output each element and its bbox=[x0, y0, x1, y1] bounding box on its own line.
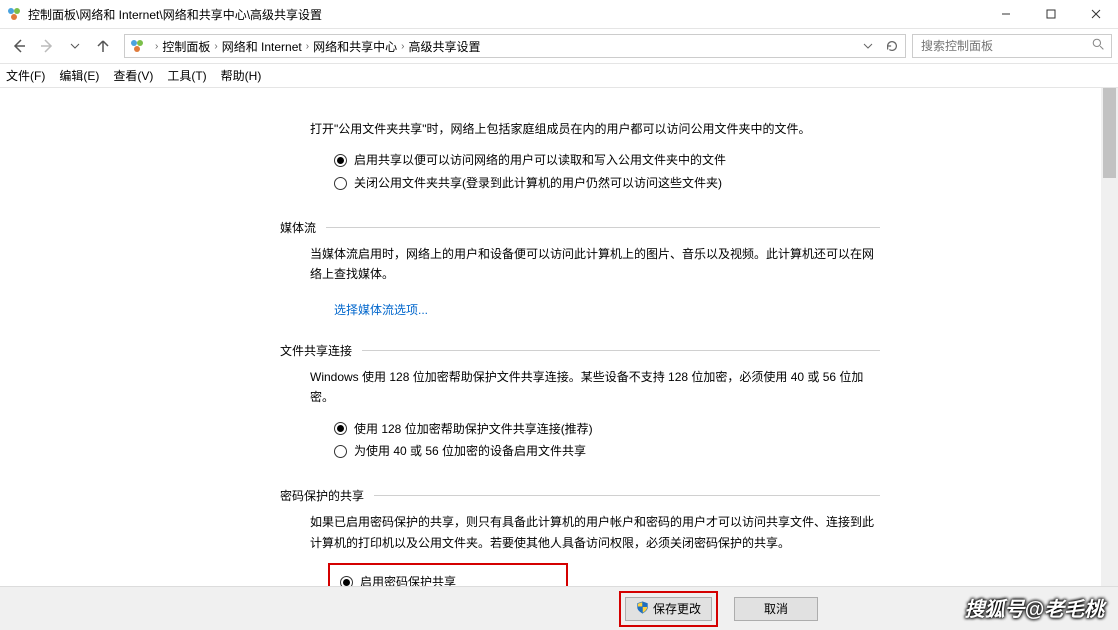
radio-icon bbox=[340, 576, 353, 586]
radio-label: 使用 128 位加密帮助保护文件共享连接(推荐) bbox=[354, 418, 593, 441]
menu-tools[interactable]: 工具(T) bbox=[167, 67, 206, 84]
control-panel-icon bbox=[129, 38, 145, 54]
close-button[interactable] bbox=[1073, 0, 1118, 28]
radio-icon bbox=[334, 422, 347, 435]
cancel-label: 取消 bbox=[764, 600, 788, 617]
breadcrumb-label: 网络和 Internet bbox=[222, 38, 302, 55]
radio-label: 启用共享以便可以访问网络的用户可以读取和写入公用文件夹中的文件 bbox=[354, 149, 726, 172]
radio-label: 关闭公用文件夹共享(登录到此计算机的用户仍然可以访问这些文件夹) bbox=[354, 172, 722, 195]
window-controls bbox=[983, 0, 1118, 28]
section-fileshare-heading: 文件共享连接 bbox=[280, 342, 880, 359]
breadcrumb-item[interactable]: 网络和 Internet› bbox=[222, 38, 313, 55]
section-media-heading: 媒体流 bbox=[280, 219, 880, 236]
media-desc: 当媒体流启用时，网络上的用户和设备便可以访问此计算机上的图片、音乐以及视频。此计… bbox=[310, 244, 880, 285]
radio-label: 为使用 40 或 56 位加密的设备启用文件共享 bbox=[354, 440, 586, 463]
radio-icon bbox=[334, 177, 347, 190]
radio-icon bbox=[334, 445, 347, 458]
section-password-heading: 密码保护的共享 bbox=[280, 487, 880, 504]
radio-40-56bit[interactable]: 为使用 40 或 56 位加密的设备启用文件共享 bbox=[334, 440, 880, 463]
window-title: 控制面板\网络和 Internet\网络和共享中心\高级共享设置 bbox=[28, 6, 322, 23]
breadcrumb-item[interactable]: 网络和共享中心› bbox=[313, 38, 408, 55]
menu-help[interactable]: 帮助(H) bbox=[221, 67, 262, 84]
back-button[interactable] bbox=[6, 33, 32, 59]
maximize-button[interactable] bbox=[1028, 0, 1073, 28]
highlight-box-save: 保存更改 bbox=[619, 591, 718, 627]
cancel-button[interactable]: 取消 bbox=[734, 597, 818, 621]
toolbar: › 控制面板› 网络和 Internet› 网络和共享中心› 高级共享设置 bbox=[0, 28, 1118, 64]
radio-icon bbox=[334, 154, 347, 167]
section-label: 媒体流 bbox=[280, 219, 316, 236]
breadcrumb-label: 高级共享设置 bbox=[408, 38, 480, 55]
address-bar[interactable]: › 控制面板› 网络和 Internet› 网络和共享中心› 高级共享设置 bbox=[124, 34, 906, 58]
control-panel-icon bbox=[6, 6, 22, 22]
fileshare-radios: 使用 128 位加密帮助保护文件共享连接(推荐) 为使用 40 或 56 位加密… bbox=[334, 418, 880, 464]
recent-dropdown[interactable] bbox=[62, 33, 88, 59]
search-box[interactable] bbox=[912, 34, 1112, 58]
highlight-box-password: 启用密码保护共享 关闭密码保护共享 bbox=[328, 563, 568, 586]
titlebar: 控制面板\网络和 Internet\网络和共享中心\高级共享设置 bbox=[0, 0, 1118, 28]
radio-public-disable[interactable]: 关闭公用文件夹共享(登录到此计算机的用户仍然可以访问这些文件夹) bbox=[334, 172, 880, 195]
scrollbar-thumb[interactable] bbox=[1103, 88, 1116, 178]
save-button[interactable]: 保存更改 bbox=[625, 597, 712, 621]
password-desc: 如果已启用密码保护的共享，则只有具备此计算机的用户帐户和密码的用户才可以访问共享… bbox=[310, 512, 880, 553]
section-label: 密码保护的共享 bbox=[280, 487, 364, 504]
search-input[interactable] bbox=[919, 38, 1088, 54]
content-area: 公用文件夹共享 打开"公用文件夹共享"时，网络上包括家庭组成员在内的用户都可以访… bbox=[0, 88, 1118, 586]
minimize-button[interactable] bbox=[983, 0, 1028, 28]
menu-bar: 文件(F) 编辑(E) 查看(V) 工具(T) 帮助(H) bbox=[0, 64, 1118, 88]
public-folder-radios: 启用共享以便可以访问网络的用户可以读取和写入公用文件夹中的文件 关闭公用文件夹共… bbox=[334, 149, 880, 195]
divider bbox=[326, 227, 880, 228]
footer: 保存更改 取消 bbox=[0, 586, 1118, 630]
section-label: 文件共享连接 bbox=[280, 342, 352, 359]
chevron-down-icon[interactable] bbox=[859, 41, 877, 51]
radio-label: 启用密码保护共享 bbox=[360, 571, 456, 586]
fileshare-desc: Windows 使用 128 位加密帮助保护文件共享连接。某些设备不支持 128… bbox=[310, 367, 880, 408]
forward-button[interactable] bbox=[34, 33, 60, 59]
divider bbox=[374, 495, 880, 496]
menu-edit[interactable]: 编辑(E) bbox=[59, 67, 99, 84]
up-button[interactable] bbox=[90, 33, 116, 59]
divider bbox=[362, 350, 880, 351]
breadcrumb-item[interactable]: 控制面板› bbox=[162, 38, 221, 55]
menu-view[interactable]: 查看(V) bbox=[113, 67, 153, 84]
radio-public-enable[interactable]: 启用共享以便可以访问网络的用户可以读取和写入公用文件夹中的文件 bbox=[334, 149, 880, 172]
refresh-icon[interactable] bbox=[883, 39, 901, 53]
save-label: 保存更改 bbox=[653, 600, 701, 617]
shield-icon bbox=[636, 601, 649, 617]
radio-128bit[interactable]: 使用 128 位加密帮助保护文件共享连接(推荐) bbox=[334, 418, 880, 441]
breadcrumb-label: 控制面板 bbox=[162, 38, 210, 55]
breadcrumb-item[interactable]: 高级共享设置 bbox=[408, 38, 480, 55]
public-folder-desc: 打开"公用文件夹共享"时，网络上包括家庭组成员在内的用户都可以访问公用文件夹中的… bbox=[310, 119, 880, 139]
scrollbar[interactable] bbox=[1101, 88, 1118, 586]
breadcrumb-sep[interactable]: › bbox=[151, 41, 162, 52]
breadcrumb-label: 网络和共享中心 bbox=[313, 38, 397, 55]
menu-file[interactable]: 文件(F) bbox=[6, 67, 45, 84]
media-options-link[interactable]: 选择媒体流选项... bbox=[334, 301, 428, 318]
radio-password-enable[interactable]: 启用密码保护共享 bbox=[340, 571, 556, 586]
search-icon[interactable] bbox=[1092, 38, 1105, 54]
